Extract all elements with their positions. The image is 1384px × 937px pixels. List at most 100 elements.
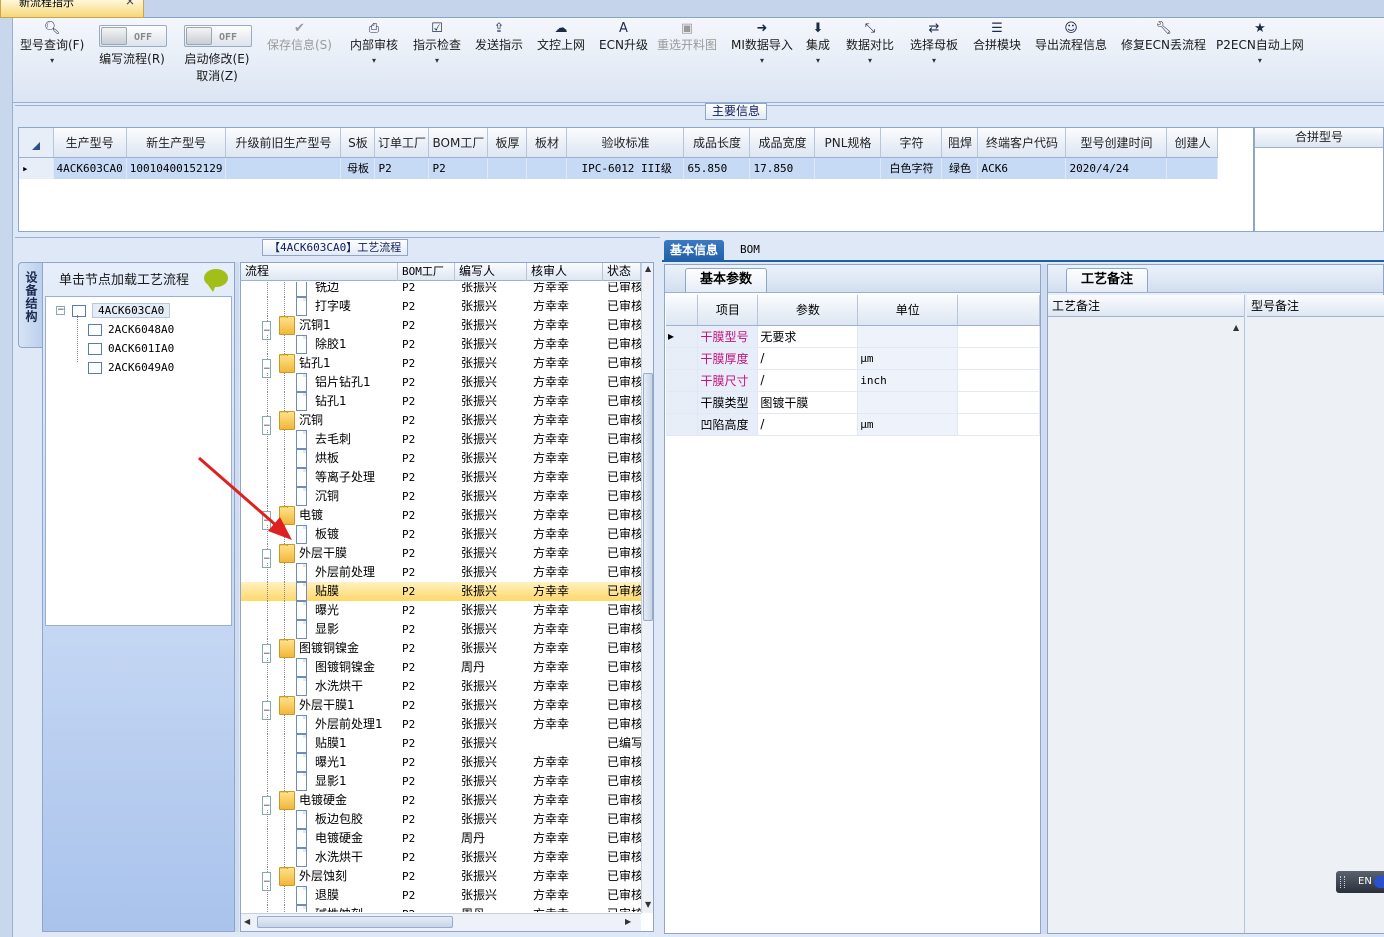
table-row[interactable]: 水洗烘干 P2 张振兴 方幸幸 已审核 bbox=[241, 848, 641, 867]
model-remarks-column[interactable]: 型号备注 bbox=[1247, 295, 1384, 933]
table-row[interactable]: 曝光 P2 张振兴 方幸幸 已审核 bbox=[241, 601, 641, 620]
toolbar-button-13[interactable]: ⤡ 数据对比 ▾ bbox=[846, 20, 894, 68]
table-cell[interactable] bbox=[1166, 157, 1219, 179]
vertical-scrollbar[interactable]: ▲ ▼ bbox=[641, 263, 653, 913]
table-cell[interactable]: 4ACK603CA0 bbox=[53, 157, 127, 179]
param-value[interactable]: 无要求 bbox=[757, 325, 859, 348]
toolbar-button-17[interactable]: 🔧︎ 修复ECN丢流程 bbox=[1121, 20, 1206, 54]
column-header[interactable]: 参数 bbox=[757, 295, 859, 326]
table-cell[interactable]: ACK6 bbox=[977, 157, 1067, 179]
table-cell[interactable]: 65.850 bbox=[683, 157, 751, 179]
param-value[interactable]: / bbox=[757, 369, 859, 392]
column-header[interactable]: 终端客户代码 bbox=[977, 128, 1067, 158]
table-row[interactable]: 外层前处理 P2 张振兴 方幸幸 已审核 bbox=[241, 563, 641, 582]
chevron-down-icon[interactable]: ▾ bbox=[910, 54, 958, 68]
scroll-left-icon[interactable]: ◀ bbox=[244, 917, 250, 926]
tab-basic-info[interactable]: 基本信息 bbox=[664, 240, 725, 262]
table-row[interactable]: 碱性蚀刻 P2 周丹方幸幸已审核 bbox=[241, 905, 641, 912]
column-header[interactable]: 验收标准 bbox=[566, 128, 685, 158]
table-cell[interactable]: 10010400152129 bbox=[126, 157, 227, 179]
column-header[interactable]: 核审人 bbox=[527, 263, 603, 281]
table-row[interactable]: 去毛刺 P2 张振兴 方幸幸 已审核 bbox=[241, 430, 641, 449]
param-unit[interactable]: μm bbox=[857, 413, 959, 436]
tab-bom[interactable]: BOM bbox=[734, 240, 766, 262]
toolbar-button-18[interactable]: ★ P2ECN自动上网 ▾ bbox=[1216, 20, 1304, 68]
table-row[interactable]: 打字唛 P2 张振兴 方幸幸 已审核 bbox=[241, 297, 641, 316]
process-remarks-column[interactable]: 工艺备注 ▲ bbox=[1048, 295, 1245, 933]
table-cell[interactable]: P2 bbox=[374, 157, 430, 179]
toolbar-button-8[interactable]: ☁ 文控上网 bbox=[537, 20, 585, 54]
chevron-down-icon[interactable]: ▾ bbox=[413, 54, 461, 68]
table-row[interactable]: 板镀 P2 张振兴 方幸幸 已审核 bbox=[241, 525, 641, 544]
table-row[interactable]: 钻孔1 P2 张振兴 方幸幸 已审核 bbox=[241, 392, 641, 411]
table-row[interactable]: 除胶1 P2 张振兴 方幸幸 已审核 bbox=[241, 335, 641, 354]
horizontal-scrollbar[interactable]: ◀ ▶ bbox=[241, 913, 641, 931]
toolbar-button-2[interactable]: OFF 编写流程(R) bbox=[98, 18, 167, 68]
param-unit[interactable]: μm bbox=[857, 347, 959, 370]
toolbar-button-14[interactable]: ⇄ 选择母板 ▾ bbox=[910, 20, 958, 68]
param-value[interactable]: 图镀干膜 bbox=[757, 391, 859, 414]
table-cell[interactable]: 2020/4/24 bbox=[1065, 157, 1168, 179]
chevron-down-icon[interactable]: ▾ bbox=[806, 54, 830, 68]
toolbar-button-3[interactable]: OFF 启动修改(E) 取消(Z) bbox=[183, 18, 252, 85]
scroll-up-icon[interactable]: ▲ bbox=[645, 264, 651, 273]
table-row[interactable]: 贴膜1 P2 张振兴 已编写 bbox=[241, 734, 641, 753]
toolbar-button-10[interactable]: ▣ 重选开料图 bbox=[657, 20, 717, 54]
table-cell[interactable]: 17.850 bbox=[749, 157, 816, 179]
close-icon[interactable]: × bbox=[125, 0, 135, 7]
table-row[interactable]: 曝光1 P2 张振兴 方幸幸 已审核 bbox=[241, 753, 641, 772]
column-header[interactable]: 订单工厂 bbox=[374, 128, 430, 158]
toolbar-button-7[interactable]: ⇪ 发送指示 bbox=[475, 20, 523, 54]
splitter[interactable] bbox=[235, 262, 239, 932]
table-row[interactable]: 水洗烘干 P2 张振兴 方幸幸 已审核 bbox=[241, 677, 641, 696]
table-row[interactable]: − 沉铜1 P2 张振兴 方幸幸 已审核 bbox=[241, 316, 641, 340]
column-header[interactable]: S板 bbox=[340, 128, 376, 158]
toggle-switch[interactable]: OFF bbox=[99, 25, 167, 47]
tab-equipment-structure[interactable]: 设备结构 bbox=[18, 262, 42, 348]
toolbar-button-11[interactable]: ➜ MI数据导入 ▾ bbox=[731, 20, 793, 68]
chevron-down-icon[interactable]: ▾ bbox=[20, 54, 84, 68]
column-header[interactable]: 生产型号 bbox=[53, 128, 127, 158]
table-row[interactable]: − 电镀硬金 P2 张振兴 方幸幸 已审核 bbox=[241, 791, 641, 815]
table-row[interactable]: − 外层干膜 P2 张振兴 方幸幸 已审核 bbox=[241, 544, 641, 568]
column-header[interactable]: PNL规格 bbox=[814, 128, 882, 158]
table-cell[interactable]: 绿色 bbox=[941, 157, 979, 179]
table-row[interactable]: 沉铜 P2 张振兴 方幸幸 已审核 bbox=[241, 487, 641, 506]
collapse-icon[interactable]: − bbox=[56, 306, 65, 315]
table-cell[interactable]: 母板 bbox=[340, 157, 376, 179]
table-cell[interactable] bbox=[526, 157, 568, 179]
table-row[interactable]: 外层前处理1 P2 张振兴 方幸幸 已审核 bbox=[241, 715, 641, 734]
chevron-down-icon[interactable]: ▾ bbox=[350, 54, 398, 68]
column-header[interactable]: 项目 bbox=[697, 295, 759, 326]
ime-language-bar[interactable]: EN bbox=[1336, 871, 1384, 893]
scroll-down-icon[interactable]: ▼ bbox=[645, 900, 651, 909]
column-header[interactable]: 单位 bbox=[857, 295, 959, 326]
table-row[interactable]: 退膜 P2 张振兴 方幸幸 已审核 bbox=[241, 886, 641, 905]
table-row[interactable]: ▸ 4ACK603CA0 10010400152129 母板 P2 P2 IPC-6012 … bbox=[19, 157, 1219, 179]
toolbar-button-5[interactable]: ⎙ 内部审核 ▾ bbox=[350, 20, 398, 68]
table-row[interactable]: 干膜类型 图镀干膜 bbox=[666, 391, 1040, 414]
toolbar-button-12[interactable]: ⬇ 集成 ▾ bbox=[806, 20, 830, 68]
toolbar-button-1[interactable]: 🔍︎ 型号查询(F) ▾ bbox=[20, 20, 84, 68]
param-unit[interactable] bbox=[857, 325, 959, 348]
table-row-selected[interactable]: 贴膜 P2 张振兴 方幸幸 已审核 bbox=[241, 582, 641, 601]
column-header[interactable]: 编写人 bbox=[455, 263, 527, 281]
column-header[interactable]: 板厚 bbox=[487, 128, 528, 158]
chevron-down-icon[interactable]: ▾ bbox=[731, 54, 793, 68]
tree-node[interactable]: 2ACK6049A0 bbox=[88, 359, 174, 377]
column-header[interactable]: 成品长度 bbox=[683, 128, 751, 158]
checkbox[interactable] bbox=[88, 324, 102, 336]
table-cell[interactable] bbox=[225, 157, 342, 179]
scroll-up-icon[interactable]: ▲ bbox=[1233, 323, 1239, 332]
toolbar-button-15[interactable]: ☰ 合拼模块 bbox=[973, 20, 1021, 54]
table-row[interactable]: − 沉铜 P2 张振兴 方幸幸 已审核 bbox=[241, 411, 641, 435]
column-header[interactable]: 阻焊 bbox=[941, 128, 979, 158]
param-unit[interactable] bbox=[857, 391, 959, 414]
table-row[interactable]: − 电镀 P2 张振兴 方幸幸 已审核 bbox=[241, 506, 641, 530]
column-header[interactable]: 型号创建时间 bbox=[1065, 128, 1168, 158]
column-header[interactable]: 板材 bbox=[526, 128, 568, 158]
table-row[interactable]: − 外层干膜1 P2 张振兴 方幸幸 已审核 bbox=[241, 696, 641, 720]
param-value[interactable]: / bbox=[757, 413, 859, 436]
table-row[interactable]: 显影 P2 张振兴 方幸幸 已审核 bbox=[241, 620, 641, 639]
table-row[interactable]: 图镀铜镍金 P2 周丹 方幸幸 已审核 bbox=[241, 658, 641, 677]
